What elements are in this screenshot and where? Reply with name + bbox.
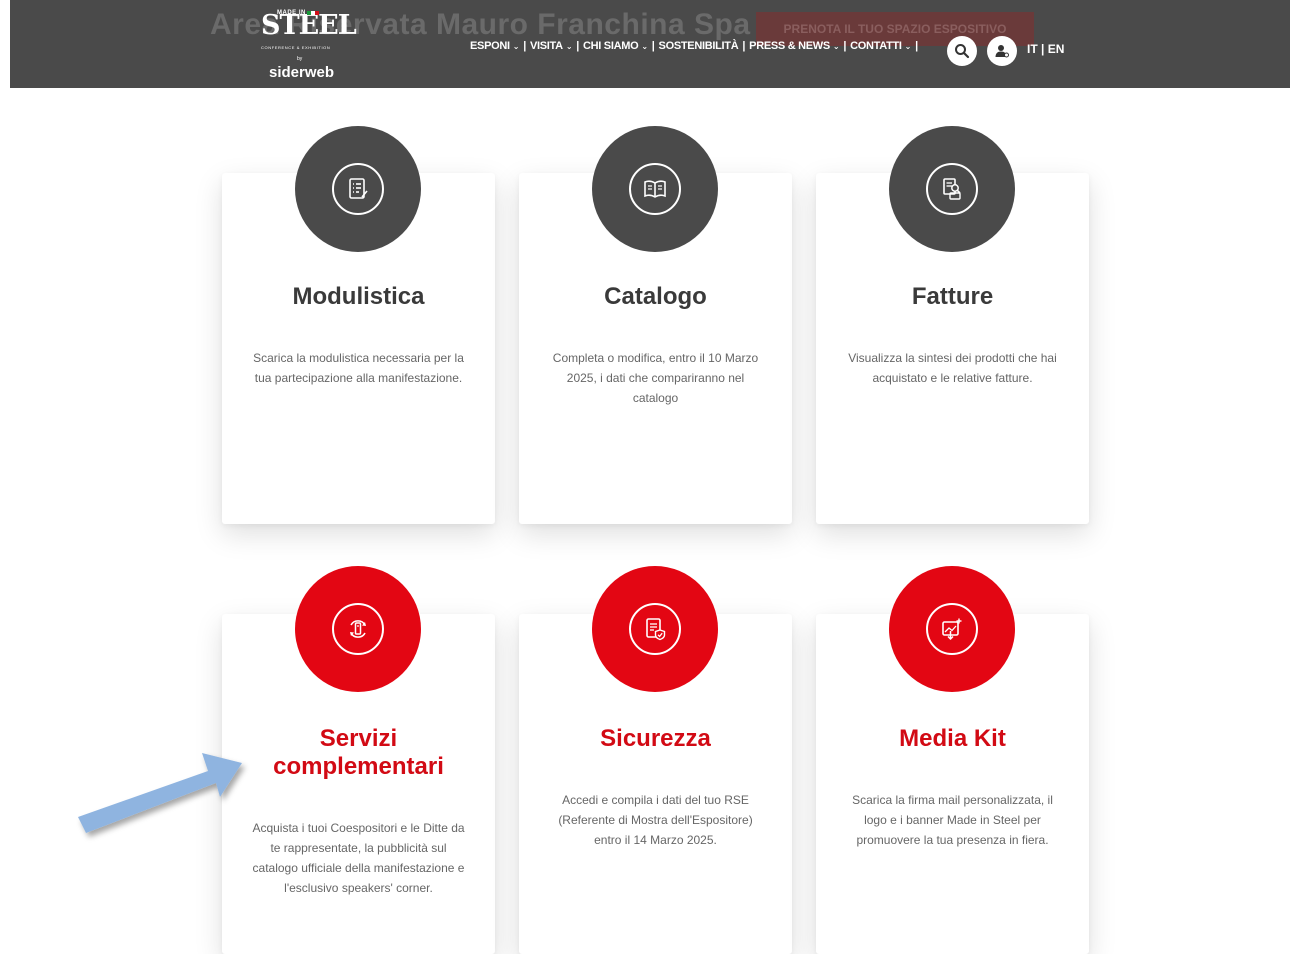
media-kit-icon-button[interactable] [889,566,1015,692]
invoice-search-icon [943,178,961,200]
form-list-icon [349,178,368,199]
search-button[interactable] [947,36,977,66]
card-title: Media Kit [899,725,1006,752]
modulistica-icon-button[interactable] [295,126,421,252]
nav-separator: | [843,40,847,52]
image-download-icon [942,618,962,641]
annotation-arrow-icon [78,753,242,833]
card-description: Accedi e compila i dati del tuo RSE (Ref… [558,793,753,847]
main-nav: ESPONI ⌄ | VISITA ⌄ | CHI SIAMO ⌄ | SOSTENI… [470,40,922,52]
card-title: Fatture [911,283,994,310]
chevron-down-icon: ⌄ [904,41,912,51]
catalogo-icon-button[interactable] [592,126,718,252]
fatture-icon-button[interactable] [889,126,1015,252]
search-icon [955,44,970,59]
made-in-steel-logo[interactable]: STEEL MADE IN CONFERENCE & EXHIBITION by… [255,8,357,84]
card-description: Scarica la firma mail personalizzata, il… [852,793,1053,847]
italian-flag-icon [307,11,319,15]
chevron-down-icon: ⌄ [641,41,648,51]
language-switcher[interactable]: IT | EN [1027,42,1064,56]
nav-separator: | [915,40,918,52]
chevron-down-icon: ⌄ [565,41,573,51]
card-title: Catalogo [604,283,707,310]
nav-item-sostenibilita[interactable]: SOSTENIBILITÀ [659,40,739,52]
card-title: Sicurezza [600,725,711,752]
nav-separator: | [523,40,526,52]
logo-siderweb: siderweb [269,64,335,81]
nav-item-press-news[interactable]: PRESS & NEWS ⌄ [749,40,839,52]
card-description: Scarica la modulistica necessaria per la… [253,351,464,385]
nav-separator: | [651,40,655,52]
card-title: Servizi complementari [273,725,444,780]
sicurezza-icon-button[interactable] [592,566,718,692]
nav-separator: | [576,40,579,52]
card-title: Modulistica [292,283,425,310]
card-description: Visualizza la sintesi dei prodotti che h… [848,351,1057,385]
nav-separator: | [742,40,746,52]
user-account-button[interactable] [987,36,1017,66]
site-header: Area Riservata Mauro Franchina Spa PRENO… [10,0,1290,88]
card-description: Acquista i tuoi Coespositori e le Ditte … [252,821,465,895]
logo-made-in: MADE IN [277,10,306,16]
logo-by: by [297,56,303,62]
chevron-down-icon: ⌄ [512,41,520,51]
services-cycle-icon [350,620,366,638]
user-icon [995,45,1009,58]
document-shield-icon [646,618,666,641]
card-description: Completa o modifica, entro il 10 Marzo 2… [552,351,759,405]
nav-item-chi-siamo[interactable]: CHI SIAMO ⌄ [583,40,648,52]
servizi-icon-button[interactable] [295,566,421,692]
chevron-down-icon: ⌄ [832,41,840,51]
logo-tagline: CONFERENCE & EXHIBITION [261,45,331,50]
nav-item-visita[interactable]: VISITA ⌄ [530,40,573,52]
nav-item-contatti[interactable]: CONTATTI ⌄ [850,40,911,52]
nav-item-esponi[interactable]: ESPONI ⌄ [470,40,520,52]
open-book-icon [644,180,666,198]
